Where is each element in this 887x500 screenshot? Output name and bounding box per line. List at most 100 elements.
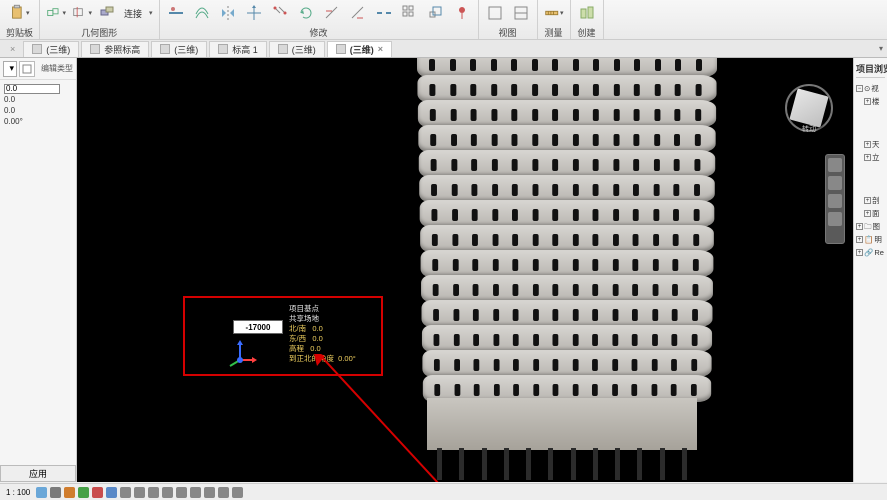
pbp-row: 北/南 0.0	[289, 324, 356, 334]
view-control-icon-4[interactable]	[92, 487, 103, 498]
measure-button[interactable]: ▾	[544, 3, 564, 23]
move-button[interactable]	[244, 3, 264, 23]
array-button[interactable]	[400, 3, 420, 23]
edit-type-button[interactable]	[19, 61, 35, 77]
view-control-icon-10[interactable]	[176, 487, 187, 498]
property-row: 0.0	[4, 105, 72, 116]
expand-icon[interactable]: +	[856, 223, 863, 230]
properties-panel: ▾ 编辑类型 0.0 0.0 0.00° 应用	[0, 58, 77, 482]
trim-b-button[interactable]	[348, 3, 368, 23]
view-control-icon-14[interactable]	[232, 487, 243, 498]
view-control-icon-8[interactable]	[148, 487, 159, 498]
tab-level-1[interactable]: 标高 1	[209, 41, 267, 57]
ribbon-label-geometry: 几何图形	[81, 26, 117, 38]
pin-button[interactable]	[452, 3, 472, 23]
expand-icon[interactable]: +	[864, 210, 871, 217]
viewcube-label: 转动	[779, 124, 839, 134]
view-a-button[interactable]	[485, 3, 505, 23]
view-control-icon-11[interactable]	[190, 487, 201, 498]
ribbon-group-modify: 修改	[160, 0, 479, 39]
nav-wheel-button[interactable]	[828, 158, 842, 172]
offset-button[interactable]	[192, 3, 212, 23]
ribbon-group-geometry: ▾ ▾ 连接▾ 几何图形	[40, 0, 160, 39]
expand-icon[interactable]: +	[864, 98, 871, 105]
doc-icon	[218, 44, 228, 54]
view-control-icon-3[interactable]	[78, 487, 89, 498]
nav-pan-button[interactable]	[828, 176, 842, 190]
ribbon-label-modify: 修改	[310, 26, 328, 38]
split-button[interactable]	[374, 3, 394, 23]
view-control-icon-7[interactable]	[134, 487, 145, 498]
tab-3d-1[interactable]: (三维)	[23, 41, 79, 57]
expand-icon[interactable]: +	[856, 249, 863, 256]
cut-button[interactable]: ▾	[72, 3, 92, 23]
tab-ref-level[interactable]: 参照标高	[81, 41, 149, 57]
pbp-row: 东/西 0.0	[289, 334, 356, 344]
copy-button[interactable]	[270, 3, 290, 23]
tab-3d-2[interactable]: (三维)	[151, 41, 207, 57]
coordinate-input[interactable]: -17000	[233, 320, 283, 334]
nav-orbit-button[interactable]	[828, 212, 842, 226]
view-control-icon-9[interactable]	[162, 487, 173, 498]
ribbon-label-create: 创建	[578, 26, 596, 38]
expand-icon[interactable]: +	[864, 154, 871, 161]
paste-button[interactable]: ▾	[10, 3, 30, 23]
tree-node[interactable]: +面	[856, 207, 885, 220]
tab-3d-active[interactable]: (三维)×	[327, 41, 392, 57]
main-area: ▾ 编辑类型 0.0 0.0 0.00° 应用 转动 -17000	[0, 58, 887, 482]
building-model	[417, 58, 717, 480]
tabstrip-menu[interactable]: ▾	[875, 44, 887, 53]
close-icon[interactable]: ×	[378, 44, 383, 54]
apply-button[interactable]: 应用	[0, 465, 76, 482]
viewport-3d[interactable]: 转动 -17000 项目基点 共享场地 北/南 0.0 东/西	[77, 58, 853, 482]
pbp-title: 项目基点	[289, 304, 356, 314]
ribbon-label-measure: 测量	[545, 26, 563, 38]
view-control-icon-0[interactable]	[36, 487, 47, 498]
tree-node[interactable]: −⊙ 视	[856, 82, 885, 95]
cope-button[interactable]: ▾	[46, 3, 66, 23]
view-scale[interactable]: 1 : 100	[6, 488, 30, 497]
axis-gizmo[interactable]	[227, 340, 257, 366]
view-control-icon-12[interactable]	[204, 487, 215, 498]
trim-a-button[interactable]	[322, 3, 342, 23]
join-button[interactable]	[98, 3, 118, 23]
rotate-button[interactable]	[296, 3, 316, 23]
view-b-button[interactable]	[511, 3, 531, 23]
tree-node[interactable]: +剖	[856, 194, 885, 207]
tree-node[interactable]: +🗀 图	[856, 220, 885, 233]
ribbon-label-view: 视图	[499, 26, 517, 38]
type-selector[interactable]: ▾	[3, 61, 17, 77]
view-control-icon-6[interactable]	[120, 487, 131, 498]
tab-3d-3[interactable]: (三维)	[269, 41, 325, 57]
tree-node[interactable]: +📋 明	[856, 233, 885, 246]
expand-icon[interactable]: +	[856, 236, 863, 243]
navigation-bar	[825, 154, 845, 244]
view-control-icon-2[interactable]	[64, 487, 75, 498]
ribbon-label-clipboard: 剪贴板	[6, 26, 33, 38]
tree-node[interactable]: +天	[856, 138, 885, 151]
scale-button[interactable]	[426, 3, 446, 23]
tab-left-close[interactable]: ×	[4, 44, 21, 54]
viewcube[interactable]: 转动	[779, 78, 839, 138]
nav-zoom-button[interactable]	[828, 194, 842, 208]
browser-title: 项目浏览器	[856, 60, 885, 78]
view-control-icon-13[interactable]	[218, 487, 229, 498]
join-label: 连接	[124, 7, 142, 20]
tree-node[interactable]: +🔗 Re	[856, 246, 885, 259]
create-button[interactable]	[577, 3, 597, 23]
property-input-0[interactable]	[4, 84, 60, 94]
collapse-icon[interactable]: −	[856, 85, 863, 92]
doc-icon	[90, 44, 100, 54]
properties-list: 0.0 0.0 0.00°	[0, 80, 76, 130]
expand-icon[interactable]: +	[864, 141, 871, 148]
view-control-icon-1[interactable]	[50, 487, 61, 498]
ribbon-group-clipboard: ▾ 剪贴板	[0, 0, 40, 39]
tree-node[interactable]: +楼	[856, 95, 885, 108]
expand-icon[interactable]: +	[864, 197, 871, 204]
project-browser: 项目浏览器 −⊙ 视 +楼 +天 +立 +剖 +面 +🗀 图 +📋 明 +🔗 R…	[853, 58, 887, 482]
align-button[interactable]	[166, 3, 186, 23]
mirror-button[interactable]	[218, 3, 238, 23]
view-control-icon-5[interactable]	[106, 487, 117, 498]
annotation-arrow	[309, 354, 449, 482]
tree-node[interactable]: +立	[856, 151, 885, 164]
